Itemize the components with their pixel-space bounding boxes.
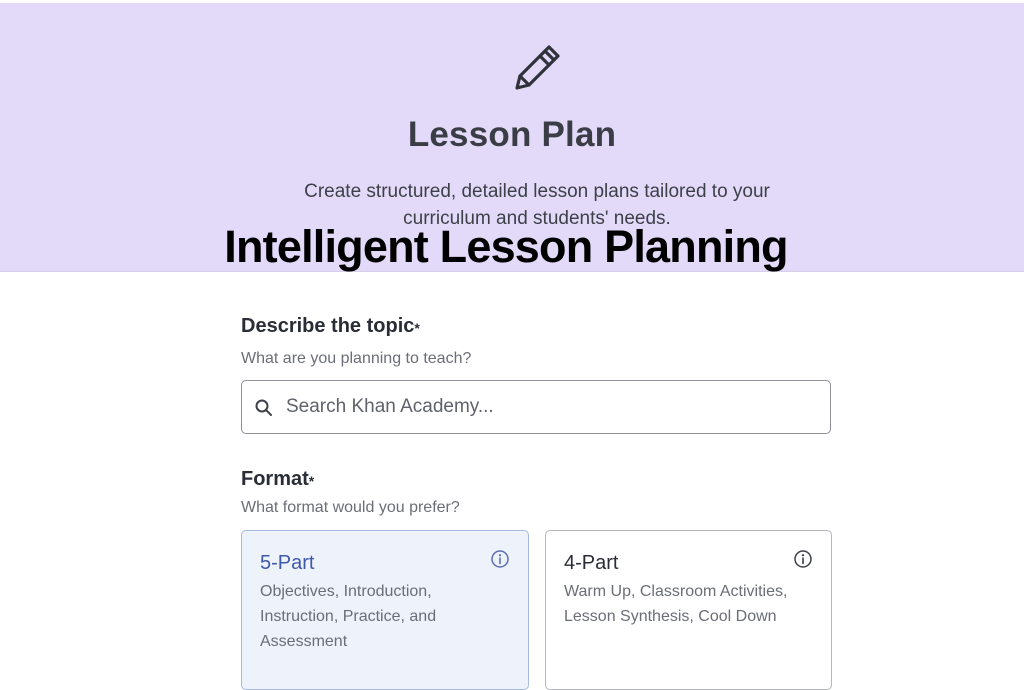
format-option-4-part[interactable]: 4-Part Warm Up, Classroom Activities, Le… <box>545 530 832 690</box>
format-option-description: Objectives, Introduction, Instruction, P… <box>260 583 437 650</box>
format-option-title: 5-Part <box>260 552 315 574</box>
format-label-text: Format <box>241 468 309 490</box>
page-title: Lesson Plan <box>407 115 617 154</box>
info-icon[interactable] <box>793 549 813 569</box>
topic-label: Describe the topic* <box>241 312 420 340</box>
search-input[interactable] <box>286 391 816 423</box>
search-icon <box>255 399 272 416</box>
format-hint: What format would you prefer? <box>241 499 460 516</box>
topic-hint: What are you planning to teach? <box>241 350 472 367</box>
format-option-5-part[interactable]: 5-Part Objectives, Introduction, Instruc… <box>241 530 529 690</box>
search-box[interactable] <box>241 380 831 434</box>
required-marker: * <box>308 473 315 489</box>
format-label: Format* <box>241 465 314 493</box>
format-option-description: Warm Up, Classroom Activities, Lesson Sy… <box>564 583 788 625</box>
topic-label-text: Describe the topic <box>241 315 415 337</box>
overlay-caption: Intelligent Lesson Planning <box>224 221 788 272</box>
pencil-icon <box>515 45 560 90</box>
required-marker: * <box>414 320 420 336</box>
format-option-title: 4-Part <box>564 552 619 574</box>
info-icon[interactable] <box>490 549 510 569</box>
